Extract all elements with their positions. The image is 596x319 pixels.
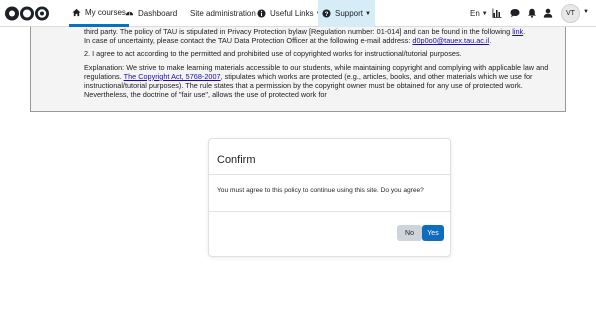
dashboard-icon [125,11,134,16]
avatar-initials: VT [566,10,575,17]
language-menu[interactable]: En ▼ [470,0,488,27]
yes-button[interactable]: Yes [422,225,444,241]
tau-logo[interactable] [5,5,51,22]
no-button[interactable]: No [397,225,422,241]
nav-dashboard-label: Dashboard [138,9,178,18]
home-icon [72,8,81,16]
question-circle-icon: ? [322,9,331,18]
policy-line: following [481,27,513,36]
privacy-bylaw-link[interactable]: link [512,27,523,36]
policy-line: . [523,27,526,36]
policy-paragraph-item2: 2. I agree to act according to the permi… [84,49,462,59]
top-navbar: My courses Dashboard Site administration… [0,0,596,27]
nav-support[interactable]: ? Support ▼ [318,0,375,27]
dialog-header: Confirm [209,139,450,175]
dialog-message: You must agree to this policy to continu… [209,175,450,212]
policy-line: . [489,36,492,46]
nav-my-courses-label: My courses [85,7,126,17]
policy-text-box: third party. The policy of TAU is stipul… [30,27,566,112]
policy-paragraph-privacy: third party. The policy of TAU is stipul… [84,27,557,45]
svg-text:?: ? [325,11,329,18]
language-label: En [470,9,480,18]
confirm-dialog: Confirm You must agree to this policy to… [208,138,451,257]
avatar[interactable]: VT [561,4,580,23]
chevron-down-icon[interactable]: ▼ [583,9,589,15]
policy-line: third party. The policy of TAU is stipul… [84,27,480,36]
info-circle-icon [257,9,266,18]
nav-site-administration[interactable]: Site administration [190,0,256,27]
chevron-down-icon: ▼ [365,10,371,17]
notifications-bell-icon[interactable] [527,8,537,18]
nav-dashboard[interactable]: Dashboard [125,0,177,27]
messages-icon[interactable] [510,8,520,18]
copyright-act-link[interactable]: The Copyright Act, 5768-2007 [124,72,221,81]
user-profile-icon[interactable] [543,8,553,18]
dpo-email-link[interactable]: d0p0o0@tauex.tau.ac.il [412,36,489,45]
nav-my-courses[interactable]: My courses [69,0,129,27]
dialog-title: Confirm [217,154,256,166]
chevron-down-icon: ▼ [481,10,488,17]
policy-line: In case of uncertainty, please contact t… [84,36,413,46]
nav-site-administration-label: Site administration [190,9,256,18]
nav-support-label: Support [335,9,364,18]
grades-chart-icon[interactable] [492,8,502,18]
nav-useful-links[interactable]: Useful Links ▼ [257,0,322,27]
policy-paragraph-explanation: Explanation: We strive to make learning … [84,63,557,100]
nav-useful-links-label: Useful Links [270,9,314,18]
